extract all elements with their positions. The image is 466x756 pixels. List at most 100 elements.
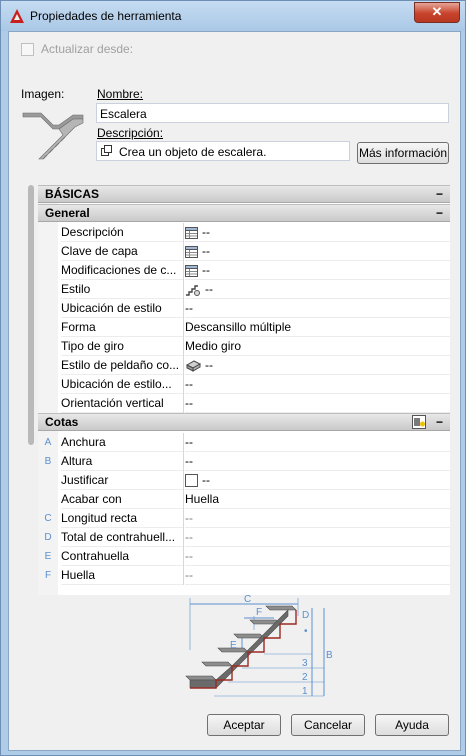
property-value[interactable]: -- (185, 547, 450, 566)
property-name: Estilo de peldaño co... (61, 356, 183, 375)
collapse-icon[interactable]: − (436, 186, 443, 202)
property-value-text: -- (205, 358, 213, 372)
property-value[interactable]: Medio giro (185, 337, 450, 356)
dimension-image-icon[interactable] (412, 415, 426, 429)
column-divider (183, 490, 184, 509)
table-icon[interactable] (185, 245, 198, 258)
property-row[interactable]: Ubicación de estilo... -- (38, 375, 450, 394)
help-button[interactable]: Ayuda (375, 714, 449, 736)
property-name: Anchura (61, 433, 183, 452)
collapse-icon[interactable]: − (436, 414, 443, 430)
property-value[interactable]: -- (185, 394, 450, 413)
dimension-letter: E (44, 551, 52, 562)
property-row[interactable]: B Altura -- (38, 452, 450, 471)
dimension-letter (38, 375, 58, 394)
justify-checkbox[interactable] (185, 474, 198, 488)
property-value-text: -- (185, 435, 193, 449)
column-divider (183, 547, 184, 566)
property-row[interactable]: Justificar -- (38, 471, 450, 490)
dimension-letter (38, 242, 58, 261)
dimension-letter: D (44, 532, 52, 543)
property-value[interactable]: -- (185, 280, 450, 299)
update-from-checkbox[interactable] (21, 43, 34, 56)
tread-style-icon[interactable] (185, 359, 201, 373)
property-name: Contrahuella (61, 547, 183, 566)
property-row[interactable]: F Huella -- (38, 566, 450, 585)
property-row[interactable]: Ubicación de estilo -- (38, 299, 450, 318)
property-value-text: -- (202, 263, 210, 277)
property-row[interactable]: C Longitud recta -- (38, 509, 450, 528)
property-value[interactable]: Huella (185, 490, 450, 509)
more-info-button[interactable]: Más información (357, 142, 449, 164)
collapse-icon[interactable]: − (436, 205, 443, 221)
property-name: Tipo de giro (61, 337, 183, 356)
name-input[interactable]: Escalera (96, 103, 449, 123)
property-value[interactable]: -- (185, 452, 450, 471)
property-value[interactable]: -- (185, 433, 450, 452)
section-basicas-title: BÁSICAS (45, 187, 100, 201)
section-basicas[interactable]: BÁSICAS − (38, 185, 450, 203)
property-row[interactable]: D Total de contrahuell... -- (38, 528, 450, 547)
property-row[interactable]: Modificaciones de c... -- (38, 261, 450, 280)
property-name: Modificaciones de c... (61, 261, 183, 280)
property-value-text: -- (202, 473, 210, 487)
property-name: Orientación vertical (61, 394, 183, 413)
image-label: Imagen: (21, 87, 65, 101)
dimension-letter (38, 299, 58, 318)
close-button[interactable]: ✕ (414, 2, 460, 23)
property-value[interactable]: -- (185, 566, 450, 585)
property-value[interactable]: -- (185, 223, 450, 242)
column-divider (183, 299, 184, 318)
property-row[interactable]: Acabar con Huella (38, 490, 450, 509)
dimension-letter (38, 223, 58, 242)
table-icon[interactable] (185, 264, 198, 277)
section-general[interactable]: General − (38, 204, 450, 222)
property-row[interactable]: E Contrahuella -- (38, 547, 450, 566)
column-divider (183, 566, 184, 585)
table-icon[interactable] (185, 226, 198, 239)
dimension-letter (38, 356, 58, 375)
property-value[interactable]: -- (185, 528, 450, 547)
property-name: Altura (61, 452, 183, 471)
dimension-letter (38, 471, 58, 490)
property-value-text: -- (185, 511, 193, 525)
property-value[interactable]: -- (185, 375, 450, 394)
description-field[interactable]: Crea un objeto de escalera. (96, 141, 350, 161)
vertical-scrollbar[interactable] (28, 185, 34, 445)
property-row[interactable]: Orientación vertical -- (38, 394, 450, 413)
property-value-text: -- (185, 377, 193, 391)
property-name: Estilo (61, 280, 183, 299)
property-value[interactable]: -- (185, 299, 450, 318)
dimension-letter (38, 280, 58, 299)
section-cotas[interactable]: Cotas − (38, 413, 450, 431)
property-value[interactable]: -- (185, 471, 450, 490)
property-value[interactable]: -- (185, 356, 450, 375)
property-value-text: -- (185, 301, 193, 315)
property-row[interactable]: A Anchura -- (38, 433, 450, 452)
property-value-text: -- (185, 454, 193, 468)
property-value[interactable]: -- (185, 242, 450, 261)
property-name: Forma (61, 318, 183, 337)
property-value[interactable]: Descansillo múltiple (185, 318, 450, 337)
cancel-button[interactable]: Cancelar (291, 714, 365, 736)
property-value[interactable]: -- (185, 509, 450, 528)
property-value[interactable]: -- (185, 261, 450, 280)
property-name: Justificar (61, 471, 183, 490)
dimension-letter (38, 318, 58, 337)
autocad-logo-icon (10, 9, 24, 23)
property-row[interactable]: Clave de capa -- (38, 242, 450, 261)
property-value-text: Huella (185, 492, 220, 506)
accept-button[interactable]: Aceptar (207, 714, 281, 736)
section-cotas-title: Cotas (45, 415, 79, 429)
property-row[interactable]: Tipo de giro Medio giro (38, 337, 450, 356)
property-row[interactable]: Estilo de peldaño co... -- (38, 356, 450, 375)
name-label: Nombre: (97, 87, 144, 101)
dimension-letter (38, 337, 58, 356)
column-divider (183, 394, 184, 413)
diagram-label-f: F (256, 607, 262, 618)
dimension-letter (38, 261, 58, 280)
stair-style-icon[interactable] (185, 283, 201, 297)
property-row[interactable]: Forma Descansillo múltiple (38, 318, 450, 337)
property-row[interactable]: Estilo -- (38, 280, 450, 299)
property-row[interactable]: Descripción -- (38, 223, 450, 242)
